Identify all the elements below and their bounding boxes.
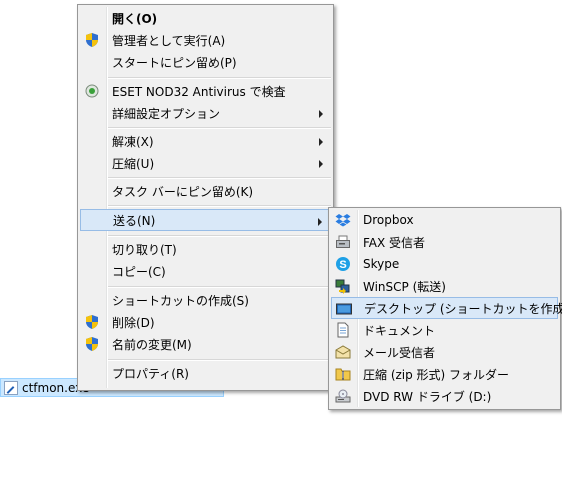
send-to-desktop[interactable]: デスクトップ (ショートカットを作成) — [331, 297, 562, 319]
submenu-arrow-icon — [319, 138, 323, 146]
menu-item-run-as-admin[interactable]: 管理者として実行(A) — [80, 29, 331, 51]
menu-item-label: 圧縮 (zip 形式) フォルダー — [363, 367, 510, 382]
menu-item-label: ドキュメント — [363, 323, 436, 338]
menu-item-extract[interactable]: 解凍(X) — [80, 130, 331, 152]
send-to-dvd-drive[interactable]: DVD RW ドライブ (D:) — [331, 385, 558, 407]
menu-separator — [108, 205, 331, 207]
svg-text:S: S — [339, 259, 346, 271]
context-menu: 開く(O) 管理者として実行(A) スタートにピン留め(P) ESET NOD3… — [77, 4, 334, 391]
menu-item-label: 圧縮(U) — [112, 156, 155, 171]
menu-item-properties[interactable]: プロパティ(R) — [80, 362, 331, 384]
menu-item-copy[interactable]: コピー(C) — [80, 260, 331, 282]
mail-icon — [335, 345, 351, 359]
send-to-submenu: Dropbox FAX 受信者 S Skype WinSCP (転送) デスクト… — [328, 207, 562, 410]
menu-item-label: 開く(O) — [112, 11, 158, 26]
menu-item-label: Dropbox — [363, 213, 414, 227]
menu-item-label: 解凍(X) — [112, 134, 154, 149]
menu-separator — [108, 127, 331, 129]
menu-item-label: 送る(N) — [113, 213, 156, 228]
send-to-mail[interactable]: メール受信者 — [331, 341, 558, 363]
documents-icon — [337, 322, 349, 338]
menu-item-open[interactable]: 開く(O) — [80, 7, 331, 29]
menu-item-label: 名前の変更(M) — [112, 337, 192, 352]
menu-item-eset-scan[interactable]: ESET NOD32 Antivirus で検査 — [80, 80, 331, 102]
menu-item-label: 詳細設定オプション — [112, 106, 221, 121]
menu-item-rename[interactable]: 名前の変更(M) — [80, 333, 331, 355]
zip-folder-icon — [335, 368, 351, 381]
menu-item-label: プロパティ(R) — [112, 366, 189, 381]
eset-icon — [85, 84, 99, 98]
send-to-zip-folder[interactable]: 圧縮 (zip 形式) フォルダー — [331, 363, 558, 385]
menu-item-label: WinSCP (転送) — [363, 279, 446, 294]
send-to-documents[interactable]: ドキュメント — [331, 319, 558, 341]
send-to-dropbox[interactable]: Dropbox — [331, 209, 558, 231]
menu-item-label: ショートカットの作成(S) — [112, 293, 249, 308]
menu-item-label: メール受信者 — [363, 345, 436, 360]
menu-item-pin-start[interactable]: スタートにピン留め(P) — [80, 51, 331, 73]
dvd-drive-icon — [335, 389, 351, 403]
menu-separator — [108, 286, 331, 288]
fax-icon — [336, 235, 350, 248]
menu-item-pin-taskbar[interactable]: タスク バーにピン留め(K) — [80, 180, 331, 202]
skype-icon: S — [336, 257, 350, 271]
send-to-fax[interactable]: FAX 受信者 — [331, 231, 558, 253]
menu-item-delete[interactable]: 削除(D) — [80, 311, 331, 333]
winscp-icon — [335, 279, 350, 294]
menu-item-label: FAX 受信者 — [363, 235, 426, 250]
menu-item-label: スタートにピン留め(P) — [112, 55, 237, 70]
menu-separator — [108, 359, 331, 361]
uac-shield-icon — [86, 337, 98, 351]
menu-item-advanced-options[interactable]: 詳細設定オプション — [80, 102, 331, 124]
menu-item-label: タスク バーにピン留め(K) — [112, 184, 254, 199]
submenu-arrow-icon — [318, 218, 322, 226]
menu-item-label: ESET NOD32 Antivirus で検査 — [112, 84, 286, 99]
shortcut-file-icon — [4, 380, 18, 395]
menu-item-label: 管理者として実行(A) — [112, 33, 226, 48]
menu-item-label: DVD RW ドライブ (D:) — [363, 389, 492, 404]
menu-item-compress[interactable]: 圧縮(U) — [80, 152, 331, 174]
menu-item-label: Skype — [363, 257, 400, 271]
menu-item-label: コピー(C) — [112, 264, 166, 279]
menu-item-label: デスクトップ (ショートカットを作成) — [364, 301, 562, 316]
send-to-skype[interactable]: S Skype — [331, 253, 558, 275]
menu-item-create-shortcut[interactable]: ショートカットの作成(S) — [80, 289, 331, 311]
uac-shield-icon — [86, 33, 98, 47]
submenu-arrow-icon — [319, 160, 323, 168]
desktop-icon — [336, 303, 352, 315]
menu-item-label: 削除(D) — [112, 315, 155, 330]
submenu-arrow-icon — [319, 110, 323, 118]
uac-shield-icon — [86, 315, 98, 329]
menu-separator — [108, 77, 331, 79]
menu-item-cut[interactable]: 切り取り(T) — [80, 238, 331, 260]
menu-separator — [108, 177, 331, 179]
menu-item-send-to[interactable]: 送る(N) — [80, 209, 331, 231]
menu-separator — [108, 235, 331, 237]
dropbox-icon — [335, 214, 351, 227]
menu-item-label: 切り取り(T) — [112, 242, 177, 257]
send-to-winscp[interactable]: WinSCP (転送) — [331, 275, 558, 297]
